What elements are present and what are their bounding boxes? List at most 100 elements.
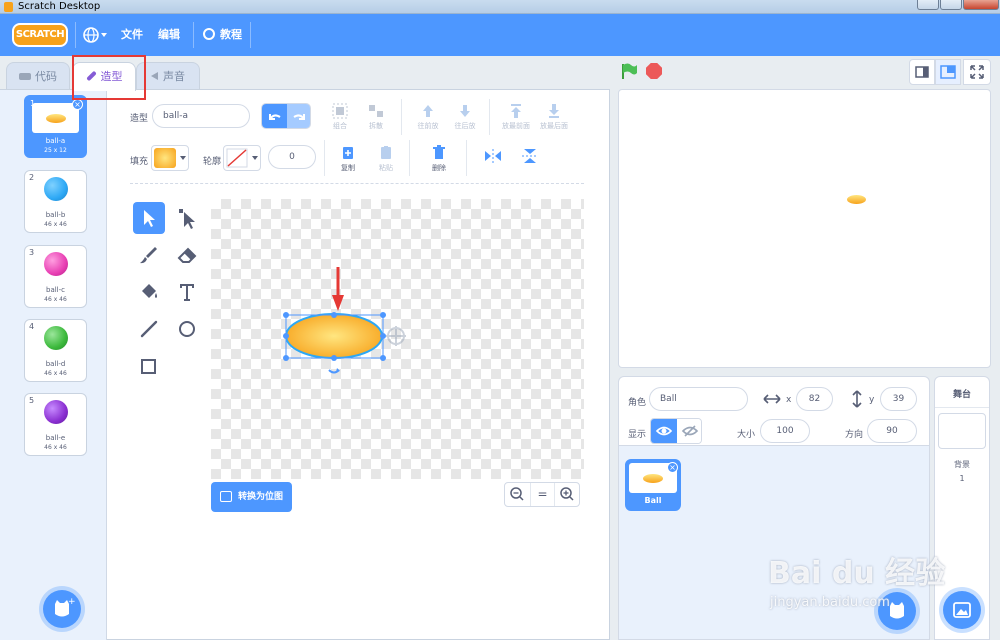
lightbulb-icon (203, 28, 215, 40)
edit-menu[interactable]: 编辑 (158, 14, 180, 56)
size-input[interactable]: 100 (760, 419, 810, 443)
circle-tool[interactable] (171, 313, 203, 345)
zoom-out-button[interactable] (505, 483, 530, 506)
eraser-tool[interactable] (171, 239, 203, 271)
x-input[interactable]: 82 (796, 387, 833, 411)
costume-size: 46 x 46 (44, 444, 67, 451)
costume-item[interactable]: 3 ball-c 46 x 46 (24, 245, 87, 308)
flip-horizontal-button[interactable] (481, 148, 505, 166)
costume-item[interactable]: 2 ball-b 46 x 46 (24, 170, 87, 233)
delete-button[interactable]: 删除 (425, 145, 453, 173)
group-label: 组合 (333, 122, 347, 130)
costume-item[interactable]: 1 × ball-a 25 x 12 (24, 95, 87, 158)
maximize-button[interactable] (940, 0, 962, 10)
resize-handle[interactable] (283, 355, 289, 361)
y-input[interactable]: 39 (880, 387, 917, 411)
line-tool[interactable] (133, 313, 165, 345)
small-stage-button[interactable] (909, 59, 935, 85)
brush-tool[interactable] (133, 239, 165, 271)
move-crosshair-icon (386, 326, 406, 346)
redo-button[interactable] (287, 104, 310, 128)
flip-vertical-button[interactable] (518, 148, 542, 166)
close-window-button[interactable] (963, 0, 999, 10)
tab-code[interactable]: 代码 (6, 62, 70, 90)
back-button[interactable]: 放最后面 (534, 103, 574, 131)
backward-button[interactable]: 往后放 (448, 103, 482, 131)
stage[interactable] (618, 89, 991, 368)
paste-label: 粘贴 (379, 164, 393, 172)
fill-color-picker[interactable] (151, 145, 189, 171)
resize-handle[interactable] (380, 355, 386, 361)
costume-size: 46 x 46 (44, 296, 67, 303)
tutorials-menu[interactable]: 教程 (203, 14, 242, 56)
chevron-down-icon (252, 156, 258, 160)
sprite-name-input[interactable]: Ball (649, 387, 748, 411)
zoom-in-button[interactable] (555, 483, 580, 506)
undo-button[interactable] (262, 104, 287, 128)
resize-handle[interactable] (283, 312, 289, 318)
paint-canvas[interactable] (211, 199, 584, 479)
resize-handle[interactable] (283, 333, 289, 339)
ball-sprite[interactable] (847, 195, 866, 204)
fullscreen-button[interactable] (963, 59, 991, 85)
ungroup-button[interactable]: 拆散 (360, 103, 392, 131)
costume-number: 4 (29, 322, 35, 331)
costume-size: 25 x 12 (44, 147, 67, 154)
zoom-controls: = (504, 482, 580, 507)
language-menu[interactable] (82, 14, 110, 56)
divider (935, 407, 989, 408)
green-flag-button[interactable] (620, 62, 638, 80)
direction-input[interactable]: 90 (867, 419, 917, 443)
toolbar-divider (466, 140, 467, 176)
trash-icon (433, 145, 445, 159)
stop-button[interactable] (646, 63, 662, 79)
forward-button[interactable]: 往前放 (411, 103, 445, 131)
normal-stage-button[interactable] (935, 59, 961, 85)
group-button[interactable]: 组合 (324, 103, 356, 131)
show-button[interactable] (651, 419, 677, 443)
front-button[interactable]: 放最前面 (496, 103, 536, 131)
resize-handle[interactable] (331, 355, 337, 361)
svg-text:+: + (68, 597, 76, 607)
copy-button[interactable]: 复制 (334, 145, 362, 173)
fill-swatch (154, 148, 176, 168)
costume-item[interactable]: 4 ball-d 46 x 46 (24, 319, 87, 382)
delete-sprite-icon[interactable]: × (667, 462, 678, 473)
delete-costume-icon[interactable]: × (72, 99, 83, 110)
file-menu[interactable]: 文件 (121, 14, 143, 56)
zoom-out-icon (510, 487, 524, 501)
costume-item[interactable]: 5 ball-e 46 x 46 (24, 393, 87, 456)
circle-icon (179, 321, 195, 337)
choose-backdrop-button[interactable] (943, 591, 981, 629)
minimize-button[interactable] (917, 0, 939, 10)
costume-name-input[interactable]: ball-a (152, 104, 250, 128)
select-tool[interactable] (133, 202, 165, 234)
resize-handle[interactable] (380, 312, 386, 318)
speaker-icon (151, 72, 158, 80)
ball-thumbnail (44, 177, 68, 201)
paste-button[interactable]: 粘贴 (372, 145, 400, 173)
text-tool[interactable] (171, 276, 203, 308)
ellipse-shape[interactable] (285, 313, 383, 359)
paste-icon (381, 146, 391, 159)
reshape-tool[interactable] (171, 202, 203, 234)
outline-width-input[interactable]: 0 (268, 145, 316, 169)
convert-to-bitmap-button[interactable]: 转换为位图 (211, 482, 292, 512)
chevron-down-icon (180, 156, 186, 160)
rectangle-tool[interactable] (133, 350, 165, 382)
scratch-logo[interactable]: SCRATCH (12, 23, 68, 47)
toolbar-divider (409, 140, 410, 176)
resize-handle[interactable] (331, 312, 337, 318)
fill-tool[interactable] (133, 276, 165, 308)
front-label: 放最前面 (502, 122, 530, 130)
choose-costume-button[interactable]: + (43, 590, 81, 628)
rotation-handle-icon[interactable] (328, 368, 340, 374)
stage-selector[interactable]: 舞台 背景 1 (934, 376, 990, 640)
delete-label: 删除 (432, 164, 446, 172)
resize-handle[interactable] (380, 333, 386, 339)
outline-color-picker[interactable] (223, 145, 261, 171)
costume-name: ball-a (45, 137, 66, 145)
sprite-tile[interactable]: × Ball (625, 459, 681, 511)
zoom-reset-button[interactable]: = (530, 483, 555, 506)
hide-button[interactable] (677, 419, 701, 443)
